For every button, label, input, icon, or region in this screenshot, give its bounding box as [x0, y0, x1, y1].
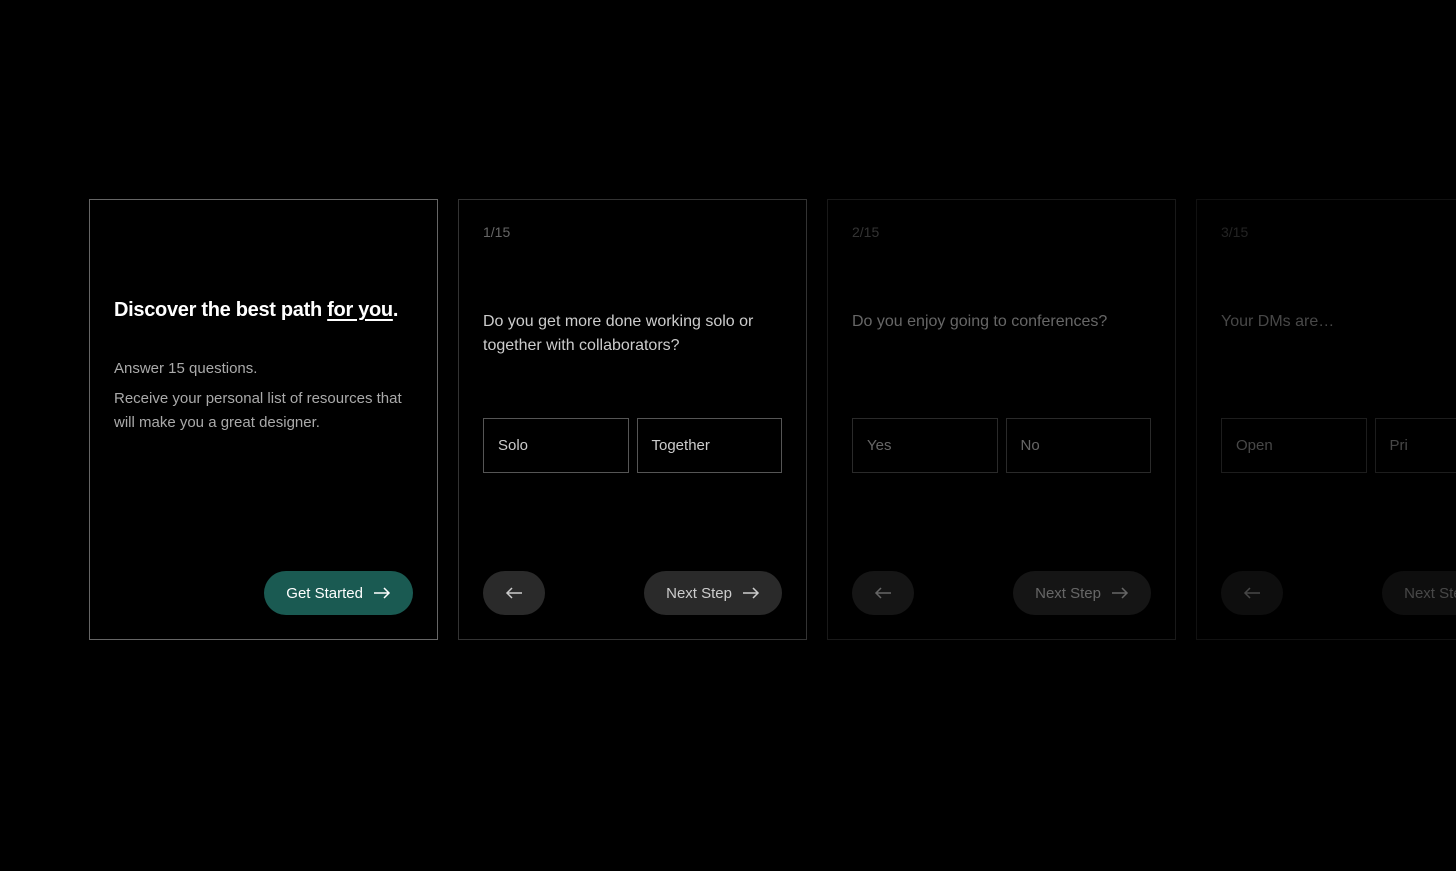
arrow-right-icon	[373, 586, 391, 600]
arrow-left-icon	[1243, 586, 1261, 600]
question-card-3: 3/15 Your DMs are… Open Pri Next Step	[1196, 199, 1456, 640]
next-step-button[interactable]: Next Step	[644, 571, 782, 615]
question-card-2: 2/15 Do you enjoy going to conferences? …	[827, 199, 1176, 640]
question-text: Your DMs are…	[1221, 310, 1456, 358]
next-step-button[interactable]: Next Step	[1382, 571, 1456, 615]
question-card-1: 1/15 Do you get more done working solo o…	[458, 199, 807, 640]
intro-line-1: Answer 15 questions.	[114, 357, 413, 381]
option-yes[interactable]: Yes	[852, 418, 998, 473]
arrow-left-icon	[505, 586, 523, 600]
arrow-right-icon	[1111, 586, 1129, 600]
arrow-left-icon	[874, 586, 892, 600]
cards-container: Discover the best path for you. Answer 1…	[89, 199, 1456, 640]
intro-card: Discover the best path for you. Answer 1…	[89, 199, 438, 640]
back-button[interactable]	[483, 571, 545, 615]
option-solo[interactable]: Solo	[483, 418, 629, 473]
option-open[interactable]: Open	[1221, 418, 1367, 473]
back-button[interactable]	[852, 571, 914, 615]
options-row: Yes No	[852, 418, 1151, 473]
get-started-label: Get Started	[286, 585, 363, 602]
nav-row: Next Step	[483, 571, 782, 615]
arrow-right-icon	[742, 586, 760, 600]
back-button[interactable]	[1221, 571, 1283, 615]
intro-title-suffix: .	[393, 299, 398, 321]
question-text: Do you enjoy going to conferences?	[852, 310, 1151, 358]
intro-title-underline: for you	[327, 299, 393, 321]
get-started-button[interactable]: Get Started	[264, 571, 413, 615]
progress-indicator: 2/15	[852, 224, 1151, 240]
option-private[interactable]: Pri	[1375, 418, 1456, 473]
options-row: Solo Together	[483, 418, 782, 473]
option-no[interactable]: No	[1006, 418, 1152, 473]
options-row: Open Pri	[1221, 418, 1456, 473]
progress-indicator: 1/15	[483, 224, 782, 240]
next-step-label: Next Step	[1404, 585, 1456, 602]
progress-indicator: 3/15	[1221, 224, 1456, 240]
intro-title-prefix: Discover the best path	[114, 299, 327, 321]
option-together[interactable]: Together	[637, 418, 783, 473]
intro-title: Discover the best path for you.	[114, 299, 413, 322]
nav-row: Next Step	[1221, 571, 1456, 615]
intro-line-2: Receive your personal list of resources …	[114, 387, 413, 435]
nav-row: Next Step	[852, 571, 1151, 615]
next-step-label: Next Step	[1035, 585, 1101, 602]
next-step-label: Next Step	[666, 585, 732, 602]
question-text: Do you get more done working solo or tog…	[483, 310, 782, 358]
next-step-button[interactable]: Next Step	[1013, 571, 1151, 615]
